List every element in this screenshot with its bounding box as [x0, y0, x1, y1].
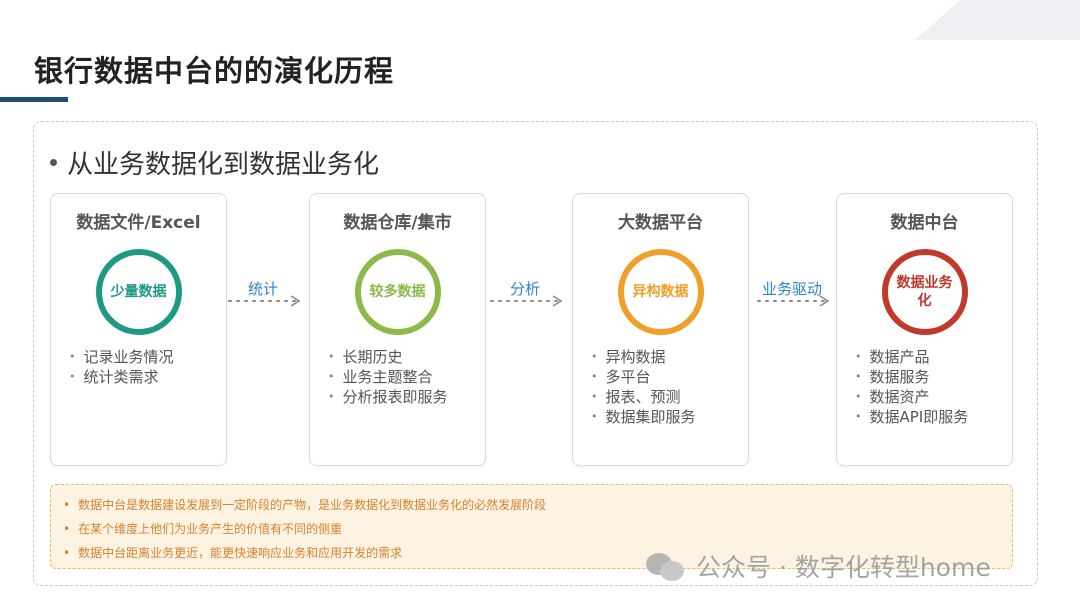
stage-circle: 少量数据 [95, 249, 182, 335]
stage-bullets: 异构数据 多平台 报表、预测 数据集即服务 [591, 348, 696, 428]
stage-circle: 较多数据 [354, 249, 441, 335]
stage-bullet-item: 长期历史 [328, 348, 448, 368]
stage-card-excel: 数据文件/Excel 少量数据 记录业务情况 统计类需求 [50, 193, 227, 466]
stage-bullet-item: 报表、预测 [591, 388, 696, 408]
flow-arrow-2: 分析 [485, 278, 565, 308]
stage-title: 大数据平台 [618, 213, 703, 233]
dotted-arrow-icon [757, 295, 830, 307]
stage-bullet-item: 业务主题整合 [328, 368, 448, 388]
stage-bullet-item: 数据集即服务 [591, 408, 696, 428]
title-accent-bar [0, 97, 68, 102]
stage-bullet-item: 多平台 [591, 368, 696, 388]
page-title: 银行数据中台的的演化历程 [34, 54, 395, 88]
stage-circle-label: 较多数据 [369, 284, 426, 300]
stage-title: 数据文件/Excel [76, 213, 201, 233]
stage-bullet-item: 数据服务 [855, 368, 968, 388]
flow-arrow-1: 统计 [223, 278, 303, 308]
stage-bullets: 长期历史 业务主题整合 分析报表即服务 [328, 348, 448, 408]
note-item: 数据中台是数据建设发展到一定阶段的产物，是业务数据化到数据业务化的必然发展阶段 [63, 493, 1012, 517]
stage-card-datacenter: 数据中台 数据业务化 数据产品 数据服务 数据资产 数据API即服务 [836, 193, 1013, 466]
stage-bullet-item: 分析报表即服务 [328, 388, 448, 408]
dotted-arrow-icon [228, 295, 301, 307]
subtitle-text: 从业务数据化到数据业务化 [67, 150, 380, 180]
stage-bullets: 记录业务情况 统计类需求 [69, 348, 174, 388]
stage-circle: 异构数据 [617, 249, 704, 335]
stage-title: 数据仓库/集市 [343, 213, 452, 233]
stage-bullet-item: 数据产品 [855, 348, 968, 368]
watermark: 公众号 · 数字化转型home [646, 548, 991, 584]
stage-bullet-item: 数据资产 [855, 388, 968, 408]
stage-bullet-item: 异构数据 [591, 348, 696, 368]
stage-bullet-item: 统计类需求 [69, 368, 174, 388]
subtitle: 从业务数据化到数据业务化 [50, 144, 379, 181]
stage-circle-label: 数据业务化 [896, 275, 953, 309]
note-item: 在某个维度上他们为业务产生的价值有不同的侧重 [63, 517, 1012, 541]
stage-card-bigdata: 大数据平台 异构数据 异构数据 多平台 报表、预测 数据集即服务 [572, 193, 749, 466]
stage-bullet-item: 记录业务情况 [69, 348, 174, 368]
watermark-text: 公众号 · 数字化转型home [696, 553, 991, 582]
stage-circle-label: 少量数据 [110, 284, 167, 300]
subtitle-bullet [50, 159, 57, 166]
stage-bullets: 数据产品 数据服务 数据资产 数据API即服务 [855, 348, 969, 428]
stage-title: 数据中台 [890, 213, 959, 233]
stage-card-warehouse: 数据仓库/集市 较多数据 长期历史 业务主题整合 分析报表即服务 [309, 193, 486, 466]
stage-bullet-item: 数据API即服务 [855, 408, 969, 428]
stage-circle-label: 异构数据 [632, 284, 689, 300]
stage-circle: 数据业务化 [881, 249, 968, 335]
flow-arrow-3: 业务驱动 [752, 278, 832, 308]
dotted-arrow-icon [490, 295, 563, 307]
wechat-icon [646, 551, 686, 581]
